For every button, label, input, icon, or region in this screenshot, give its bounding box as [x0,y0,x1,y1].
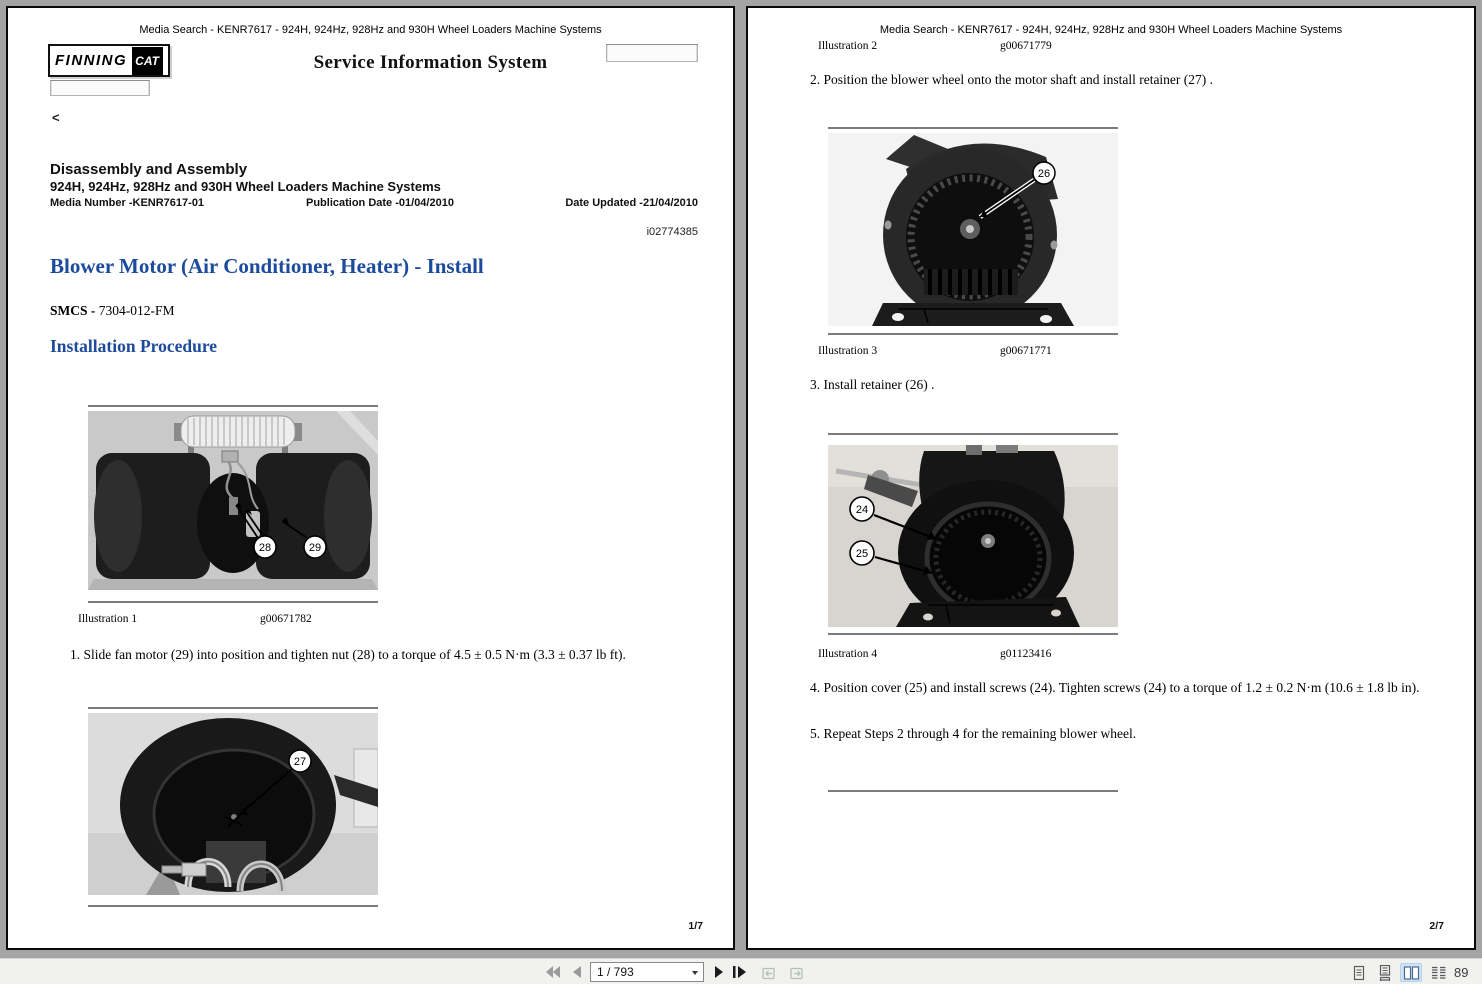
illustration-3-photo: 26 [828,133,1118,326]
blower-assembly-photo: 28 29 [88,411,378,590]
procedure-step-4: 4. Position cover (25) and install screw… [810,679,1442,698]
next-page-button[interactable] [710,964,728,980]
page-number-field: 1 / 793 [597,965,634,979]
previous-page-icon [570,965,584,979]
pdf-viewer-toolbar: 1 / 793 [0,958,1482,984]
svg-text:27: 27 [294,756,306,768]
first-page-button[interactable] [544,964,562,980]
svg-text:25: 25 [856,548,868,560]
illustration-1-photo: 28 29 [88,411,378,590]
previous-page-button[interactable] [568,964,586,980]
procedure-title: Installation Procedure [50,336,217,357]
last-page-button[interactable] [731,964,749,980]
document-page-1: Media Search - KENR7617 - 924H, 924Hz, 9… [6,6,735,950]
svg-text:26: 26 [1038,168,1050,180]
closing-rule [828,790,1118,792]
two-page-view-icon [1403,965,1420,981]
illustration-code: g00671779 [1000,40,1052,52]
single-page-view-button[interactable] [1348,963,1370,982]
svg-text:28: 28 [259,542,271,554]
blower-wheel-photo: 26 [828,133,1118,326]
continuous-scroll-view-button[interactable] [1374,963,1396,982]
illustration-2-photo: 27 [88,713,378,895]
illustration-code: g00671771 [1000,345,1052,357]
figure-rule [88,905,378,907]
procedure-step-1: 1. Slide fan motor (29) into position an… [70,646,702,665]
next-page-icon [712,965,726,979]
figure-rule [88,707,378,709]
two-page-scroll-view-button[interactable] [1427,963,1449,982]
date-updated: Date Updated -21/04/2010 [565,197,698,209]
two-page-view-button[interactable] [1400,963,1422,982]
finning-logo-text: FINNING [55,52,127,69]
illustration-code: g01123416 [1000,648,1051,660]
document-title: Disassembly and Assembly [50,161,247,178]
svg-text:24: 24 [856,504,868,516]
empty-form-field-logo[interactable] [50,80,150,96]
media-number: Media Number -KENR7617-01 [50,197,204,209]
figure-rule [828,333,1118,335]
blower-cover-photo: 24 25 [828,445,1118,627]
illustration-4-photo: 24 25 [828,445,1118,627]
next-view-button[interactable] [787,964,805,980]
figure-rule [88,601,378,603]
page-header-text: Media Search - KENR7617 - 924H, 924Hz, 9… [8,24,733,36]
figure-rule [828,633,1118,635]
empty-form-field[interactable] [606,44,698,62]
continuous-scroll-view-icon [1377,965,1393,981]
page-header-text: Media Search - KENR7617 - 924H, 924Hz, 9… [748,24,1474,36]
procedure-step-2: 2. Position the blower wheel onto the mo… [810,71,1442,90]
figure-rule [828,127,1118,129]
document-meta-row: Media Number -KENR7617-01 Publication Da… [50,197,698,209]
publication-date: Publication Date -01/04/2010 [306,197,454,209]
illustration-label: Illustration 2 [818,40,877,52]
page-number: 1/7 [688,920,703,932]
last-page-icon [731,965,749,979]
page-number: 2/7 [1429,920,1444,932]
document-id-code: i02774385 [647,226,698,238]
svg-text:29: 29 [309,542,321,554]
smcs-label: SMCS - [50,303,95,318]
procedure-step-5: 5. Repeat Steps 2 through 4 for the rema… [810,725,1442,744]
document-subtitle: 924H, 924Hz, 928Hz and 930H Wheel Loader… [50,179,441,194]
back-arrow-link[interactable]: < [52,110,60,125]
section-title: Blower Motor (Air Conditioner, Heater) -… [50,254,484,279]
illustration-code: g00671782 [260,613,312,625]
smcs-line: SMCS - 7304-012-FM [50,303,175,319]
figure-rule [828,433,1118,435]
next-view-icon [788,965,805,980]
two-page-scroll-view-icon [1430,965,1447,981]
document-page-2: Media Search - KENR7617 - 924H, 924Hz, 9… [746,6,1476,950]
procedure-step-3: 3. Install retainer (26) . [810,376,1442,395]
single-page-view-icon [1351,965,1367,981]
first-page-icon [544,965,562,979]
figure-rule [88,405,378,407]
smcs-code: 7304-012-FM [95,303,174,318]
illustration-label: Illustration 3 [818,345,877,357]
illustration-label: Illustration 1 [78,613,137,625]
page-number-combobox[interactable]: 1 / 793 [590,962,704,982]
blower-drum-photo: 27 [88,713,378,895]
previous-view-button[interactable] [760,964,778,980]
combobox-dropdown-arrow [692,971,698,975]
illustration-label: Illustration 4 [818,648,877,660]
previous-view-icon [761,965,778,980]
zoom-level-label: 89 [1454,965,1468,980]
